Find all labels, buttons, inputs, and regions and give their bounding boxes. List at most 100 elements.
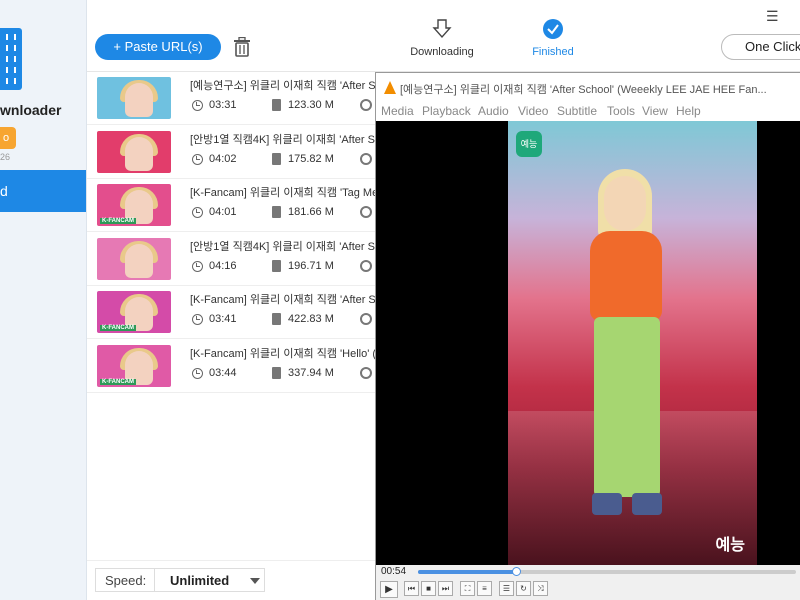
vlc-menu-media[interactable]: Media bbox=[381, 104, 414, 118]
list-item[interactable]: K-FANCAM [K-Fancam] 위클리 이재희 직캠 'Hello' (W… bbox=[87, 340, 377, 393]
file-icon bbox=[272, 259, 281, 272]
file-icon bbox=[272, 366, 281, 379]
clock-icon bbox=[192, 367, 203, 379]
film-reel-icon[interactable] bbox=[360, 152, 372, 165]
seek-handle[interactable] bbox=[512, 567, 522, 576]
clock-icon bbox=[192, 100, 203, 111]
film-reel-icon[interactable] bbox=[360, 366, 372, 379]
dancer-pants bbox=[594, 317, 660, 497]
tab-finished[interactable]: Finished bbox=[519, 18, 587, 58]
vlc-controls: ▶ ⏮ ■ ⏭ ⛶ ≡ ☰ ↻ ⤨ bbox=[376, 579, 800, 600]
clock-icon bbox=[192, 153, 203, 165]
video-thumbnail[interactable] bbox=[97, 237, 171, 280]
vlc-cone-icon bbox=[384, 81, 396, 94]
list-item[interactable]: K-FANCAM [K-Fancam] 위클리 이재희 직캠 'Tag Me (0… bbox=[87, 179, 377, 232]
loop-icon[interactable]: ↻ bbox=[516, 581, 531, 596]
sidebar: wnloader o 26 d bbox=[0, 0, 87, 600]
file-icon bbox=[272, 152, 281, 165]
chevron-down-icon bbox=[250, 578, 260, 584]
download-arrow-icon bbox=[432, 19, 452, 39]
footer: Speed: Unlimited bbox=[87, 560, 377, 600]
file-icon bbox=[272, 206, 281, 218]
vlc-menu-help[interactable]: Help bbox=[676, 104, 701, 118]
item-title: [안방1열 직캠4K] 위클리 이재희 'After School' bbox=[190, 133, 377, 146]
vlc-seekbar: 00:54 bbox=[376, 565, 800, 579]
vlc-menu-subtitle[interactable]: Subtitle bbox=[557, 104, 597, 118]
vlc-menubar: Media Playback Audio Video Subtitle Tools View… bbox=[376, 103, 800, 121]
speed-divider bbox=[154, 569, 155, 591]
list-item[interactable]: K-FANCAM [K-Fancam] 위클리 이재희 직캠 'After Sch… bbox=[87, 286, 377, 339]
clock-icon bbox=[192, 314, 203, 325]
stop-icon[interactable]: ■ bbox=[421, 581, 436, 596]
item-duration: 03:41 bbox=[209, 313, 237, 325]
item-size: 337.94 M bbox=[288, 366, 334, 379]
extended-settings-icon[interactable]: ≡ bbox=[477, 581, 492, 596]
kfancam-label: K-FANCAM bbox=[100, 325, 136, 331]
app-logo-icon bbox=[0, 28, 22, 90]
list-item[interactable]: [예능연구소] 위클리 이재희 직캠 'After School' 03:31 12… bbox=[87, 72, 377, 125]
item-title: [K-Fancam] 위클리 이재희 직캠 'After School' bbox=[190, 294, 377, 306]
one-click-button[interactable]: One Click bbox=[721, 34, 800, 60]
seek-fill bbox=[418, 570, 517, 574]
vlc-menu-audio[interactable]: Audio bbox=[478, 104, 509, 118]
file-icon bbox=[272, 99, 281, 111]
broadcast-logo: 예능 bbox=[715, 537, 745, 554]
video-frame: 예능 예능 bbox=[508, 121, 757, 565]
elapsed-time: 00:54 bbox=[381, 566, 407, 577]
item-size: 123.30 M bbox=[288, 99, 334, 111]
dancer-shoe-left bbox=[592, 493, 622, 515]
item-size: 181.66 M bbox=[288, 206, 334, 218]
vlc-titlebar[interactable]: [예능연구소] 위클리 이재희 직캠 'After School' (Weeek… bbox=[376, 73, 800, 103]
trash-icon[interactable] bbox=[233, 37, 251, 57]
check-circle-icon bbox=[543, 19, 563, 39]
vlc-menu-view[interactable]: View bbox=[642, 104, 668, 118]
film-reel-icon[interactable] bbox=[360, 206, 372, 218]
item-title: [K-Fancam] 위클리 이재희 직캠 'Hello' (W bbox=[190, 347, 377, 360]
playlist-icon[interactable]: ☰ bbox=[499, 581, 514, 596]
item-duration: 04:02 bbox=[209, 152, 237, 165]
list-item[interactable]: [안방1열 직캠4K] 위클리 이재희 'After School' 04:16 1… bbox=[87, 233, 377, 286]
video-thumbnail[interactable] bbox=[97, 130, 171, 173]
paste-url-button[interactable]: + Paste URL(s) bbox=[95, 34, 221, 60]
vlc-menu-tools[interactable]: Tools bbox=[607, 104, 635, 118]
finished-list: [예능연구소] 위클리 이재희 직캠 'After School' 03:31 12… bbox=[87, 72, 377, 560]
film-reel-icon[interactable] bbox=[360, 313, 372, 325]
video-thumbnail[interactable]: K-FANCAM bbox=[97, 344, 171, 387]
vlc-window: [예능연구소] 위클리 이재희 직캠 'After School' (Weeek… bbox=[375, 72, 800, 600]
sidebar-item-download[interactable]: d bbox=[0, 170, 86, 212]
next-icon[interactable]: ⏭ bbox=[438, 581, 453, 596]
play-icon[interactable]: ▶ bbox=[380, 581, 398, 598]
list-item[interactable]: [안방1열 직캠4K] 위클리 이재희 'After School' 04:02 1… bbox=[87, 126, 377, 179]
item-size: 175.82 M bbox=[288, 152, 334, 165]
thumbnail-face bbox=[125, 83, 153, 117]
shuffle-icon[interactable]: ⤨ bbox=[533, 581, 548, 596]
video-thumbnail[interactable]: K-FANCAM bbox=[97, 291, 171, 333]
film-reel-icon[interactable] bbox=[360, 259, 372, 272]
vlc-menu-playback[interactable]: Playback bbox=[422, 104, 471, 118]
video-thumbnail[interactable]: K-FANCAM bbox=[97, 184, 171, 226]
app-version: 26 bbox=[0, 152, 11, 162]
video-thumbnail[interactable] bbox=[97, 77, 171, 119]
broadcast-badge: 예능 bbox=[516, 131, 542, 157]
seek-track[interactable] bbox=[418, 567, 796, 576]
dancer-top bbox=[590, 231, 662, 321]
video-area[interactable]: 예능 예능 bbox=[376, 121, 800, 565]
tab-finished-label: Finished bbox=[532, 46, 574, 58]
film-reel-icon[interactable] bbox=[360, 99, 372, 111]
previous-icon[interactable]: ⏮ bbox=[404, 581, 419, 596]
fullscreen-icon[interactable]: ⛶ bbox=[460, 581, 475, 596]
clock-icon bbox=[192, 207, 203, 218]
tab-downloading[interactable]: Downloading bbox=[405, 18, 479, 58]
menu-icon[interactable]: ☰ bbox=[766, 8, 779, 25]
item-size: 422.83 M bbox=[288, 313, 334, 325]
thumbnail-face bbox=[125, 243, 153, 278]
vlc-menu-video[interactable]: Video bbox=[518, 104, 548, 118]
item-duration: 03:31 bbox=[209, 99, 237, 111]
dancer-head bbox=[604, 176, 646, 231]
item-title: [K-Fancam] 위클리 이재희 직캠 'Tag Me ( bbox=[190, 187, 377, 199]
kfancam-label: K-FANCAM bbox=[100, 218, 136, 224]
speed-select[interactable]: Speed: Unlimited bbox=[95, 568, 265, 592]
app-name: wnloader bbox=[0, 102, 62, 118]
clock-icon bbox=[192, 260, 203, 272]
pro-badge[interactable]: o bbox=[0, 127, 16, 149]
